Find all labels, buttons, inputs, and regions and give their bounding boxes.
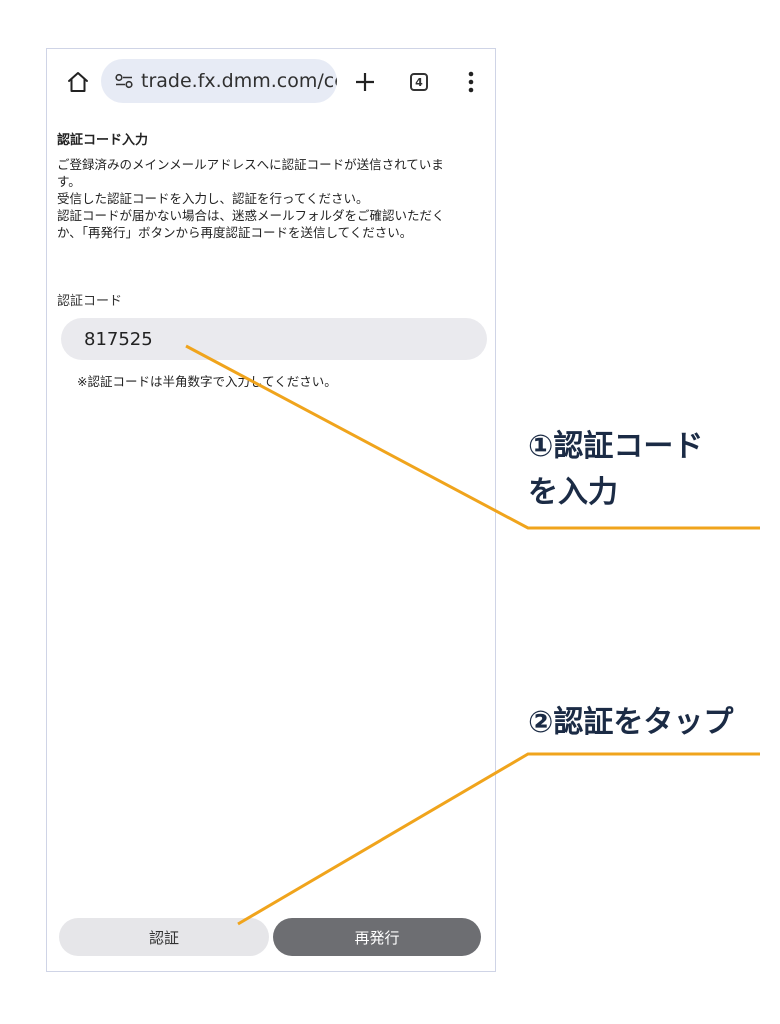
url-text: trade.fx.dmm.com/co <box>141 70 337 92</box>
new-tab-button[interactable] <box>348 65 382 99</box>
page-title: 認証コード入力 <box>57 133 149 148</box>
site-settings-icon[interactable] <box>113 70 135 92</box>
home-button[interactable] <box>61 65 95 99</box>
code-field-label: 認証コード <box>57 294 123 309</box>
home-icon <box>68 72 88 92</box>
verification-code-input[interactable] <box>61 318 487 360</box>
tab-switcher-icon: 4 <box>410 73 428 91</box>
instructions-line: 認証コードが届かない場合は、迷惑メールフォルダをご確認いただく <box>57 208 445 223</box>
instructions-text: ご登録済みのメインメールアドレスへに認証コードが送信されていま す。 受信した認… <box>57 156 487 241</box>
resend-button[interactable]: 再発行 <box>273 918 481 956</box>
address-bar[interactable]: trade.fx.dmm.com/co <box>101 59 337 103</box>
tab-switcher-button[interactable]: 4 <box>404 67 434 97</box>
code-field-hint: ※認証コードは半角数字で入力してください。 <box>77 374 337 389</box>
more-vert-icon <box>468 71 474 93</box>
step2-callout: ②認証をタップ <box>528 705 734 740</box>
phone-screen: trade.fx.dmm.com/co 4 認証コード入力 ご登録済みのメインメ… <box>46 48 496 972</box>
verify-button[interactable]: 認証 <box>59 918 269 956</box>
instructions-line: か、「再発行」ボタンから再度認証コードを送信してください。 <box>57 225 413 240</box>
step1-callout-line: ①認証コード <box>528 429 704 464</box>
browser-toolbar: trade.fx.dmm.com/co 4 <box>47 49 495 119</box>
step1-callout-line: を入力 <box>528 475 618 510</box>
instructions-line: す。 <box>57 174 81 189</box>
step1-callout: ①認証コード を入力 <box>528 424 703 516</box>
more-menu-button[interactable] <box>457 65 485 99</box>
instructions-line: 受信した認証コードを入力し、認証を行ってください。 <box>57 191 369 206</box>
instructions-line: ご登録済みのメインメールアドレスへに認証コードが送信されていま <box>57 157 444 172</box>
plus-icon <box>356 73 374 91</box>
